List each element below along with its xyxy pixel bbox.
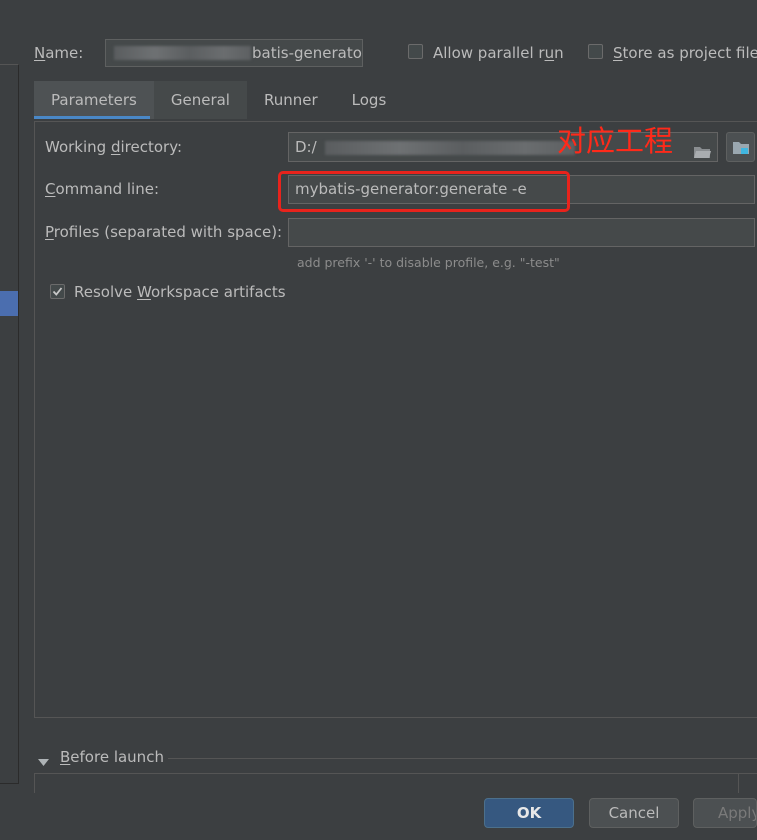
configurations-tree-edge bbox=[0, 64, 19, 784]
tab-parameters[interactable]: Parameters bbox=[34, 81, 154, 119]
name-label-mnemonic: N bbox=[34, 44, 46, 62]
apply-button[interactable]: Apply bbox=[693, 798, 757, 828]
cancel-button[interactable]: Cancel bbox=[589, 798, 679, 828]
resolve-workspace-label: Resolve Workspace artifacts bbox=[74, 283, 286, 301]
allow-parallel-run-mnemonic: u bbox=[544, 44, 555, 62]
tab-runner[interactable]: Runner bbox=[247, 81, 335, 119]
active-tab-indicator bbox=[34, 116, 150, 119]
working-directory-value: D:/ bbox=[295, 138, 317, 156]
resolve-workspace-label-pre: Resolve bbox=[74, 283, 138, 301]
before-launch-list bbox=[34, 773, 757, 793]
checkmark-icon bbox=[52, 287, 63, 296]
working-directory-label: Working directory: bbox=[45, 138, 182, 156]
allow-parallel-run-checkbox[interactable] bbox=[408, 44, 423, 59]
name-label-rest: ame: bbox=[45, 44, 84, 62]
command-line-label: Command line: bbox=[45, 180, 159, 198]
allow-parallel-run-label: Allow parallel run bbox=[433, 44, 564, 62]
store-as-project-file-label-rest: tore as project file bbox=[622, 44, 757, 62]
ok-button[interactable]: OK bbox=[484, 798, 574, 828]
tab-bar: Parameters General Runner Logs bbox=[34, 81, 403, 119]
allow-parallel-run-label-pre: Allow parallel r bbox=[433, 44, 545, 62]
resolve-workspace-checkbox[interactable] bbox=[50, 284, 65, 299]
profiles-label: Profiles (separated with space): bbox=[45, 223, 282, 241]
store-as-project-file-label: Store as project file bbox=[613, 44, 757, 62]
name-label: Name: bbox=[34, 44, 83, 62]
working-directory-redacted bbox=[325, 141, 575, 155]
tab-general[interactable]: General bbox=[153, 81, 247, 119]
folder-open-icon[interactable] bbox=[693, 140, 711, 158]
working-directory-label-pre: Working bbox=[45, 138, 111, 156]
select-module-directory-button[interactable] bbox=[726, 132, 755, 162]
before-launch-list-divider bbox=[738, 773, 739, 793]
name-input-value: batis-generator bbox=[252, 44, 363, 62]
configurations-tree-selected-item[interactable] bbox=[0, 291, 18, 316]
allow-parallel-run-label-post: n bbox=[554, 44, 564, 62]
name-input[interactable]: batis-generator bbox=[105, 39, 363, 67]
store-as-project-file-mnemonic: S bbox=[613, 44, 623, 62]
tab-logs[interactable]: Logs bbox=[335, 81, 404, 119]
annotation-highlight-box bbox=[278, 171, 570, 212]
annotation-text: 对应工程 bbox=[557, 124, 674, 158]
command-line-mnemonic: C bbox=[45, 180, 56, 198]
name-redacted bbox=[114, 46, 251, 60]
resolve-workspace-label-post: orkspace artifacts bbox=[150, 283, 286, 301]
before-launch-separator bbox=[168, 758, 757, 759]
resolve-workspace-mnemonic: W bbox=[137, 283, 151, 301]
before-launch-mnemonic: B bbox=[60, 748, 71, 766]
profiles-input[interactable] bbox=[288, 218, 755, 247]
working-directory-label-post: irectory: bbox=[120, 138, 183, 156]
before-launch-toggle-icon[interactable] bbox=[38, 753, 49, 771]
module-folder-icon bbox=[732, 140, 750, 160]
before-launch-label-rest: efore launch bbox=[70, 748, 164, 766]
store-as-project-file-checkbox[interactable] bbox=[588, 44, 603, 59]
profiles-mnemonic: P bbox=[45, 223, 54, 241]
profiles-label-rest: rofiles (separated with space): bbox=[53, 223, 283, 241]
profiles-hint: add prefix '-' to disable profile, e.g. … bbox=[297, 255, 560, 270]
before-launch-label[interactable]: Before launch bbox=[60, 748, 164, 766]
command-line-label-rest: ommand line: bbox=[55, 180, 159, 198]
